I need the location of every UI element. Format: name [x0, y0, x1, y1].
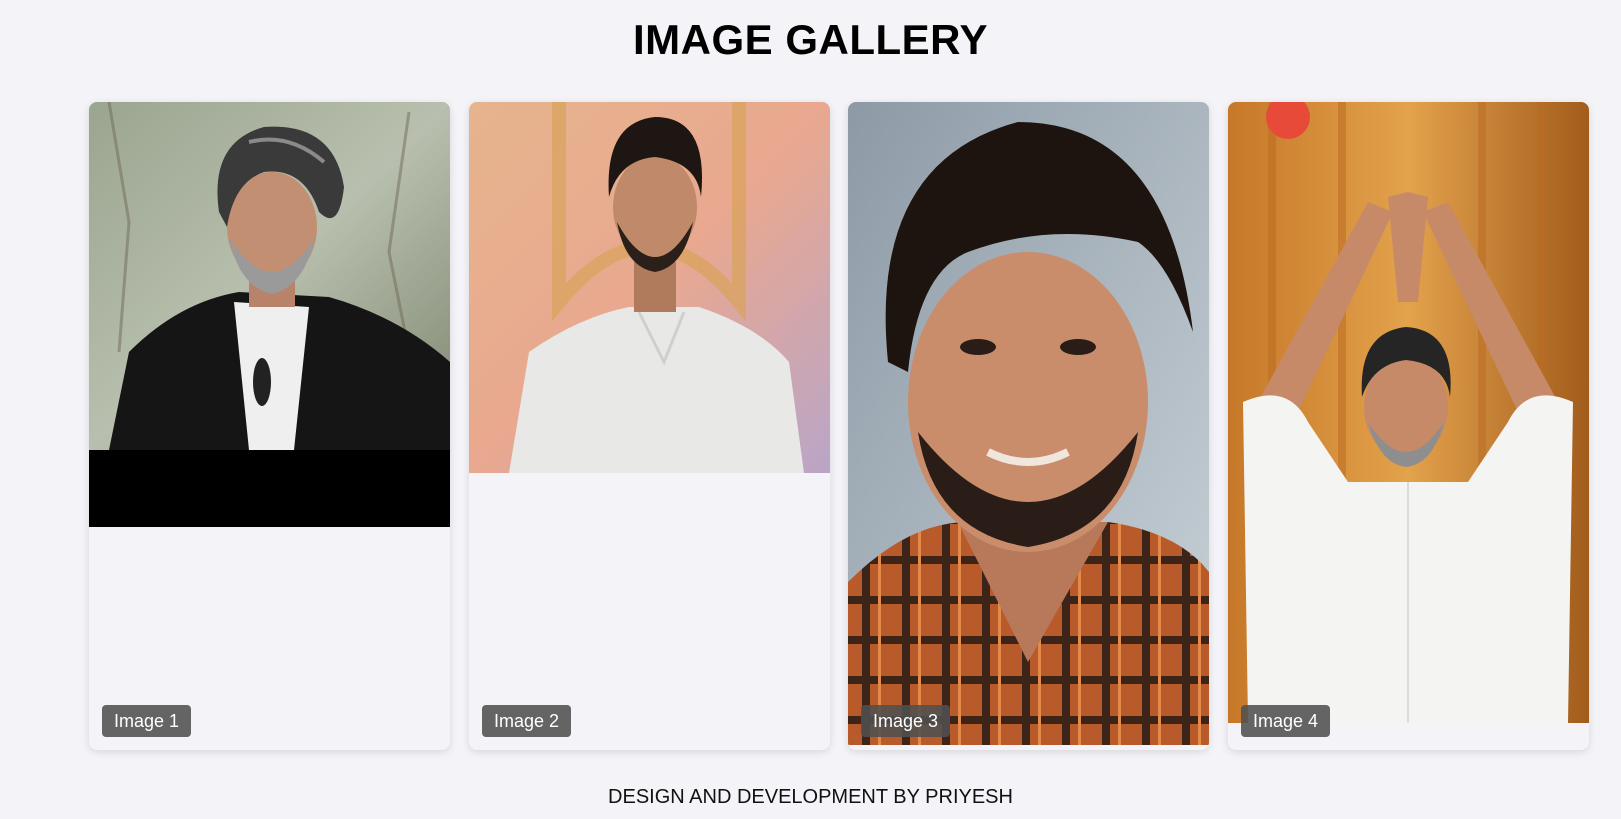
- image-caption-3: Image 3: [861, 705, 951, 737]
- gallery-image-1[interactable]: [89, 102, 450, 527]
- image-gallery: Image 1 Image 2 Image 3 Image 4: [89, 102, 1589, 750]
- gallery-card-4[interactable]: Image 4: [1228, 102, 1589, 750]
- gallery-card-2[interactable]: Image 2: [469, 102, 830, 750]
- gallery-card-3[interactable]: Image 3: [848, 102, 1209, 750]
- gallery-image-4[interactable]: [1228, 102, 1589, 723]
- image-caption-1: Image 1: [102, 705, 192, 737]
- gallery-card-1[interactable]: Image 1: [89, 102, 450, 750]
- gallery-image-3[interactable]: [848, 102, 1209, 745]
- gallery-image-2[interactable]: [469, 102, 830, 473]
- page-title: IMAGE GALLERY: [633, 16, 988, 63]
- image-caption-4: Image 4: [1241, 705, 1331, 737]
- footer-credit: DESIGN AND DEVELOPMENT BY PRIYESH: [608, 786, 1013, 808]
- image-caption-2: Image 2: [482, 705, 572, 737]
